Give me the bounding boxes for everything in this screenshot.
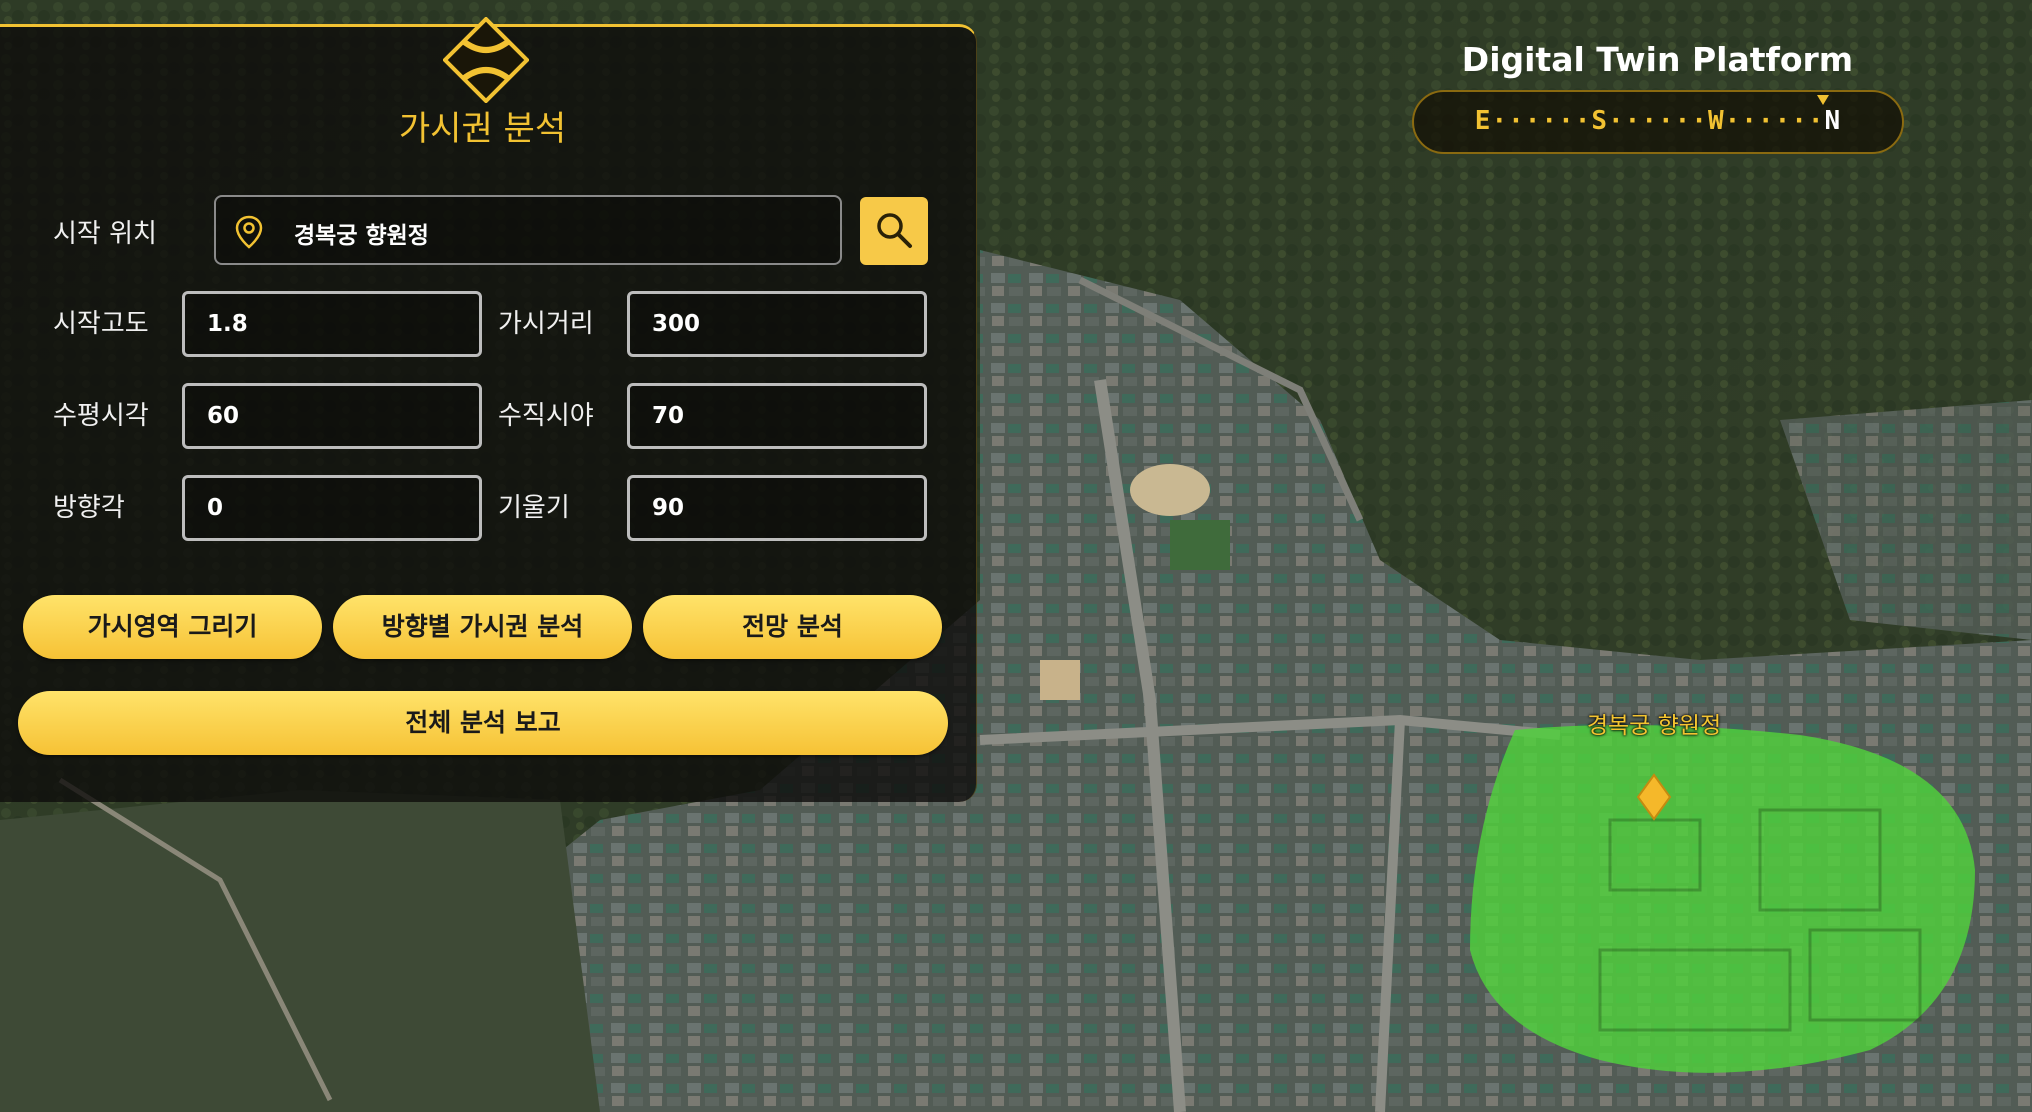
search-icon: [877, 213, 912, 248]
view-analysis-button[interactable]: 전망 분석: [643, 595, 942, 659]
start-altitude-input[interactable]: 1.8: [182, 291, 482, 357]
horizontal-fov-label: 수평시각: [53, 401, 149, 431]
vertical-fov-label: 수직시야: [498, 401, 594, 431]
heading-input[interactable]: 0: [182, 475, 482, 541]
compass-bar[interactable]: E······S······W······N: [1412, 90, 1904, 154]
panel-title: 가시권 분석: [398, 109, 567, 149]
start-location-value: 경복궁 향원정: [294, 223, 429, 249]
compass-e: E: [1474, 106, 1492, 136]
location-pin-icon: [235, 215, 263, 249]
compass-w: W: [1707, 106, 1725, 136]
draw-visible-area-button[interactable]: 가시영역 그리기: [23, 595, 322, 659]
view-distance-input[interactable]: 300: [627, 291, 927, 357]
tilt-input[interactable]: 90: [627, 475, 927, 541]
full-report-button[interactable]: 전체 분석 보고: [18, 691, 948, 755]
start-location-input[interactable]: 경복궁 향원정: [214, 195, 842, 265]
vertical-fov-input[interactable]: 70: [627, 383, 927, 449]
heading-label: 방향각: [53, 493, 125, 523]
directional-visibility-button[interactable]: 방향별 가시권 분석: [333, 595, 632, 659]
platform-title: Digital Twin Platform: [1461, 40, 1854, 79]
start-location-label: 시작 위치: [53, 219, 157, 249]
compass-n: N: [1824, 106, 1842, 136]
tilt-label: 기울기: [498, 493, 570, 523]
emblem-icon: [443, 17, 529, 103]
compass-pointer-icon: [1817, 95, 1829, 105]
search-button[interactable]: [860, 197, 928, 265]
view-distance-label: 가시거리: [498, 309, 594, 339]
compass-directions: E······S······W······N: [1474, 106, 1842, 136]
start-altitude-label: 시작고도: [53, 309, 149, 339]
visibility-analysis-panel: 가시권 분석 시작 위치 경복궁 향원정 시작고도 1.8 가시거리 300 수…: [0, 17, 977, 802]
horizontal-fov-input[interactable]: 60: [182, 383, 482, 449]
compass-s: S: [1591, 106, 1609, 136]
map-marker-label: 경복궁 향원정: [1586, 713, 1722, 739]
